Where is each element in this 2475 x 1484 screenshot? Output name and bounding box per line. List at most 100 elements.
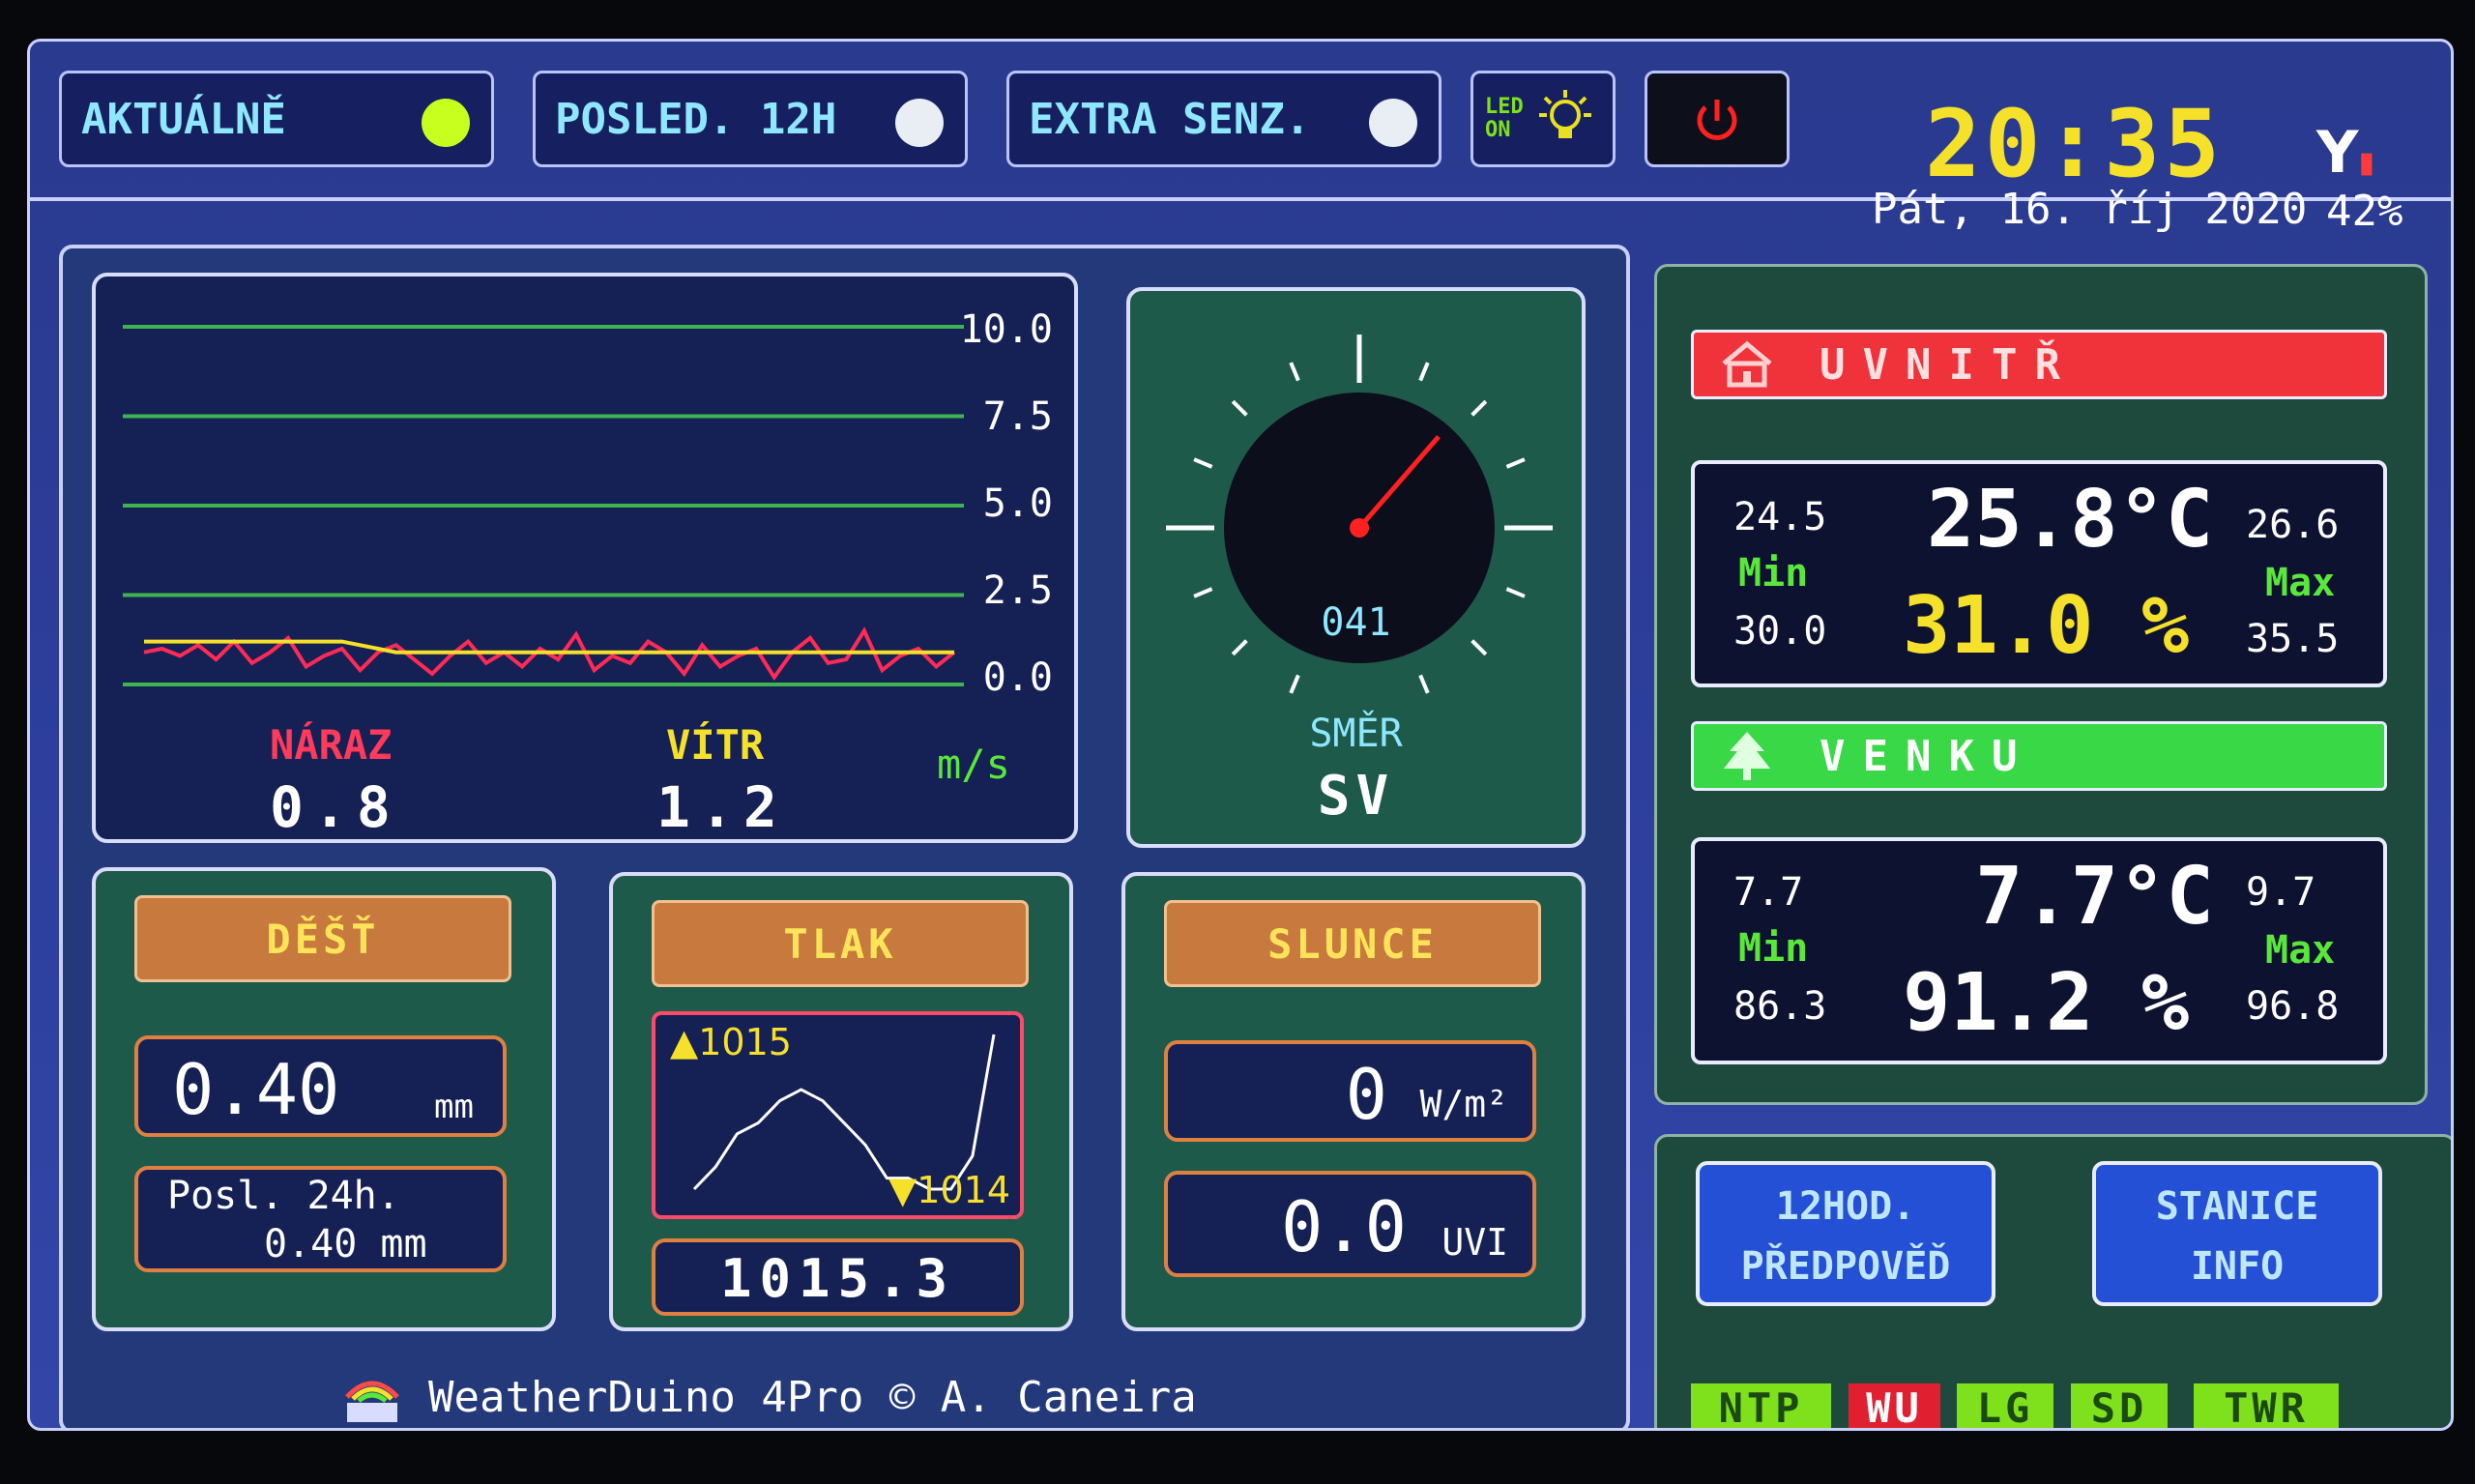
rain-24h-label: Posl. 24h.	[167, 1174, 400, 1218]
rain-panel: DĚŠŤ 0.40 mm Posl. 24h. 0.40 mm	[92, 867, 556, 1331]
status-wu: WU	[1849, 1383, 1940, 1428]
y-tick: 0.0	[982, 655, 1053, 700]
compass-tick	[1231, 399, 1248, 417]
outdoor-min-temp: 7.7	[1733, 870, 1804, 915]
pressure-trend-box: ▲1015 ▼1014	[652, 1011, 1024, 1219]
power-icon	[1697, 100, 1737, 140]
pressure-value: 1015.3	[719, 1248, 956, 1309]
wind-label: VÍTR	[666, 721, 765, 769]
status-dot	[895, 99, 944, 147]
gust-value: 0.8	[270, 774, 400, 840]
indoor-data-box: 24.5 Min 30.0 25.8°C 31.0 % 26.6 Max 35.…	[1691, 460, 2387, 687]
outdoor-temperature: 7.7°C	[1975, 851, 2214, 943]
indoor-max-hum: 35.5	[2246, 617, 2340, 661]
wifi-signal-strength: 42%	[2326, 187, 2403, 236]
rain-24h-box: Posl. 24h. 0.40 mm	[134, 1166, 507, 1272]
compass-tick	[1470, 399, 1488, 417]
outdoor-max-temp: 9.7	[2246, 870, 2316, 915]
uv-value: 0.0	[1280, 1186, 1407, 1267]
outdoor-max-hum: 96.8	[2246, 984, 2340, 1029]
weather-display-screen: AKTUÁLNĚ POSLED. 12H EXTRA SENZ. LED ON	[27, 39, 2454, 1431]
outdoor-max-label: Max	[2265, 928, 2336, 973]
power-button[interactable]	[1645, 71, 1790, 167]
station-line2: INFO	[2190, 1244, 2285, 1289]
wind-direction: SV	[1317, 765, 1395, 828]
compass-tick	[1193, 587, 1213, 598]
pressure-min-label: ▼1014	[888, 1169, 1010, 1211]
status-lg: LG	[1957, 1383, 2053, 1428]
status-dot	[1369, 99, 1417, 147]
compass-tick	[1289, 362, 1300, 382]
clock-time: 20:35	[1925, 90, 2224, 198]
rain-value: 0.40	[172, 1049, 340, 1130]
tab-current[interactable]: AKTUÁLNĚ	[59, 71, 494, 167]
weatherduino-logo-icon	[345, 1381, 399, 1422]
tree-icon	[1724, 732, 1770, 780]
temperature-panel: UVNITŘ 24.5 Min 30.0 25.8°C 31.0 % 26.6 …	[1654, 264, 2428, 1105]
outdoor-header: VENKU	[1691, 721, 2387, 791]
wind-chart	[123, 325, 964, 686]
pressure-max-label: ▲1015	[670, 1021, 792, 1063]
indoor-max-temp: 26.6	[2246, 503, 2340, 547]
wind-degrees: 041	[1321, 600, 1391, 645]
y-tick: 5.0	[982, 481, 1053, 526]
indoor-temperature: 25.8°C	[1927, 474, 2214, 566]
wifi-signal-icon: Y▮	[2316, 119, 2374, 187]
forecast-line2: PŘEDPOVĚĎ	[1740, 1244, 1951, 1289]
station-line1: STANICE	[2155, 1184, 2319, 1229]
pressure-panel: TLAK ▲1015 ▼1014 1015.3	[609, 872, 1073, 1331]
rain-value-box: 0.40 mm	[134, 1035, 507, 1137]
outdoor-title: VENKU	[1820, 731, 2035, 781]
compass-tick	[1418, 362, 1430, 382]
tab-extra-sensors[interactable]: EXTRA SENZ.	[1006, 71, 1441, 167]
tab-current-label: AKTUÁLNĚ	[81, 94, 286, 144]
pressure-title: TLAK	[652, 900, 1029, 987]
compass-tick	[1193, 457, 1213, 469]
direction-label: SMĚR	[1309, 712, 1403, 756]
top-bar: AKTUÁLNĚ POSLED. 12H EXTRA SENZ. LED ON	[30, 42, 2451, 236]
house-icon	[1722, 340, 1772, 388]
pressure-value-box: 1015.3	[652, 1238, 1024, 1316]
compass-tick	[1505, 587, 1526, 598]
status-twr: TWR	[2194, 1383, 2339, 1428]
status-ntp: NTP	[1691, 1383, 1831, 1428]
uv-unit: UVI	[1441, 1221, 1508, 1264]
indoor-header: UVNITŘ	[1691, 330, 2387, 399]
compass-tick	[1418, 674, 1430, 694]
compass-hub	[1350, 518, 1369, 538]
indoor-min-label: Min	[1738, 551, 1809, 596]
wind-series-line	[144, 639, 954, 655]
control-panel: 12HOD. PŘEDPOVĚĎ STANICE INFO NTP WU LG …	[1654, 1134, 2451, 1428]
outdoor-data-box: 7.7 Min 86.3 7.7°C 91.2 % 9.7 Max 96.8	[1691, 837, 2387, 1064]
forecast-button[interactable]: 12HOD. PŘEDPOVĚĎ	[1696, 1161, 1995, 1306]
footer: WeatherDuino 4Pro © A. Caneira	[343, 1370, 1197, 1424]
station-info-button[interactable]: STANICE INFO	[2092, 1161, 2382, 1306]
y-tick: 7.5	[982, 394, 1053, 439]
lightbulb-icon	[1539, 90, 1591, 138]
wind-value: 1.2	[656, 774, 787, 840]
uv-box: 0.0 UVI	[1164, 1171, 1536, 1277]
indoor-title: UVNITŘ	[1820, 339, 2078, 390]
rain-unit: mm	[434, 1088, 474, 1126]
indoor-max-label: Max	[2265, 561, 2336, 605]
outdoor-humidity: 91.2 %	[1903, 957, 2190, 1049]
wind-direction-panel: 041 SMĚR SV	[1126, 287, 1586, 848]
radiation-box: 0 W/m²	[1164, 1040, 1536, 1142]
indoor-min-temp: 24.5	[1733, 495, 1827, 539]
led-toggle-button[interactable]: LED ON	[1470, 71, 1616, 167]
footer-credit: WeatherDuino 4Pro © A. Caneira	[428, 1372, 1197, 1422]
rain-24h-value: 0.40 mm	[264, 1222, 427, 1266]
led-label: LED ON	[1485, 95, 1524, 142]
tab-last-12h[interactable]: POSLED. 12H	[533, 71, 968, 167]
compass-tick	[1505, 457, 1526, 469]
indoor-humidity: 31.0 %	[1903, 580, 2190, 672]
forecast-line1: 12HOD.	[1775, 1184, 1916, 1229]
main-panel: 10.0 7.5 5.0 2.5 0.0 NÁRAZ 0.8 VÍTR 1.2 …	[59, 245, 1630, 1428]
rain-title: DĚŠŤ	[134, 895, 511, 982]
indoor-min-hum: 30.0	[1733, 609, 1827, 654]
sun-title: SLUNCE	[1164, 900, 1541, 987]
radiation-value: 0	[1345, 1054, 1387, 1135]
y-tick: 2.5	[982, 568, 1053, 613]
status-dot	[422, 99, 470, 147]
y-tick: 10.0	[959, 307, 1053, 352]
